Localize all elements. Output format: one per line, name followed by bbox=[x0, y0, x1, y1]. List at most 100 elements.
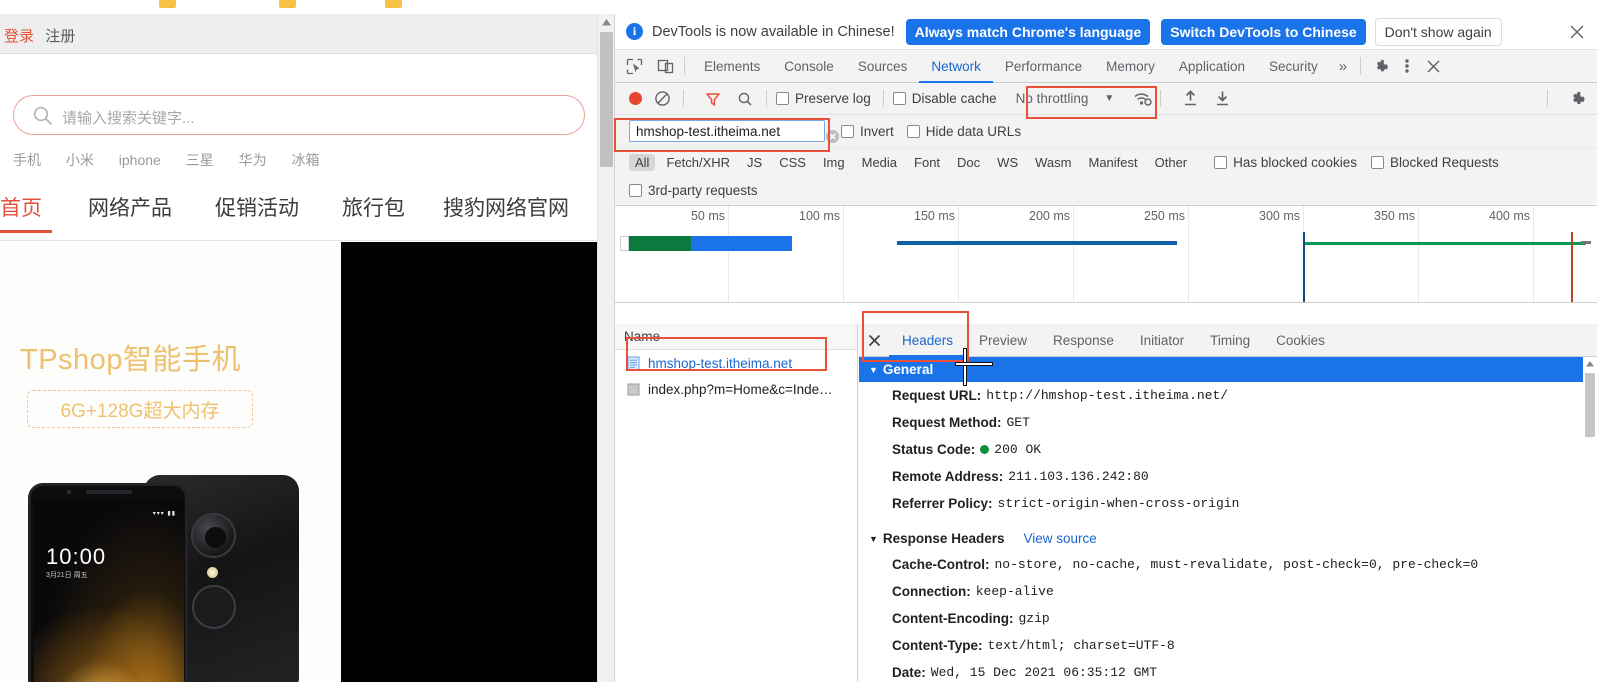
register-link[interactable]: 注册 bbox=[45, 28, 75, 45]
search-input[interactable]: 请输入搜索关键字... bbox=[13, 95, 585, 135]
tab-console[interactable]: Console bbox=[772, 50, 846, 83]
more-tabs-icon[interactable]: » bbox=[1330, 58, 1356, 75]
phone-flash-icon bbox=[207, 567, 218, 578]
export-har-icon[interactable] bbox=[1210, 87, 1234, 111]
request-row-index-php[interactable]: index.php?m=Home&c=Inde… bbox=[615, 376, 857, 402]
bookmark-folder-icon[interactable] bbox=[385, 0, 402, 8]
login-link[interactable]: 登录 bbox=[4, 28, 34, 45]
detail-tab-preview[interactable]: Preview bbox=[966, 324, 1040, 357]
type-filter-all[interactable]: All bbox=[629, 153, 656, 171]
type-filter-doc[interactable]: Doc bbox=[951, 154, 986, 171]
view-source-link[interactable]: View source bbox=[1023, 531, 1096, 546]
bookmark-folder-icon[interactable] bbox=[159, 0, 176, 8]
search-icon bbox=[32, 105, 54, 127]
type-filter-js[interactable]: JS bbox=[741, 154, 768, 171]
nav-item-products[interactable]: 网络产品 bbox=[88, 192, 172, 222]
clear-icon[interactable] bbox=[650, 87, 674, 111]
header-value: gzip bbox=[1018, 611, 1050, 626]
inspect-element-icon[interactable] bbox=[623, 55, 646, 78]
request-name: index.php?m=Home&c=Inde… bbox=[648, 381, 833, 397]
bookmark-folder-icon[interactable] bbox=[279, 0, 296, 8]
detail-tab-timing[interactable]: Timing bbox=[1197, 324, 1263, 357]
always-match-language-button[interactable]: Always match Chrome's language bbox=[905, 18, 1151, 45]
disable-cache-checkbox[interactable] bbox=[892, 92, 906, 105]
header-value: 211.103.136.242:80 bbox=[1008, 469, 1149, 484]
third-party-requests-checkbox[interactable] bbox=[629, 184, 642, 197]
nav-item-official[interactable]: 搜豹网络官网 bbox=[443, 192, 569, 222]
hot-keyword[interactable]: iphone bbox=[119, 152, 161, 168]
hot-keyword[interactable]: 三星 bbox=[186, 152, 214, 168]
type-filter-ws[interactable]: WS bbox=[991, 154, 1024, 171]
detail-tab-cookies[interactable]: Cookies bbox=[1263, 324, 1338, 357]
type-filter-other[interactable]: Other bbox=[1149, 154, 1194, 171]
record-stop-icon[interactable] bbox=[629, 92, 642, 105]
scroll-up-arrow-icon[interactable] bbox=[1583, 357, 1597, 371]
tab-elements[interactable]: Elements bbox=[692, 50, 772, 83]
hot-keyword[interactable]: 小米 bbox=[66, 152, 94, 168]
type-filter-media[interactable]: Media bbox=[856, 154, 903, 171]
phone-camera-icon bbox=[191, 513, 236, 558]
headers-vertical-scrollbar[interactable] bbox=[1583, 357, 1597, 682]
header-value: keep-alive bbox=[975, 584, 1054, 599]
preserve-log-checkbox[interactable] bbox=[776, 92, 789, 105]
clear-input-icon[interactable] bbox=[825, 129, 840, 144]
tab-network[interactable]: Network bbox=[919, 50, 993, 83]
nav-item-home[interactable]: 首页 bbox=[0, 192, 42, 222]
overview-marker-line bbox=[897, 241, 1177, 245]
hot-keyword[interactable]: 手机 bbox=[13, 152, 41, 168]
tab-security[interactable]: Security bbox=[1257, 50, 1330, 83]
device-toolbar-icon[interactable] bbox=[654, 55, 677, 78]
request-row-hmshop[interactable]: hmshop-test.itheima.net bbox=[615, 350, 857, 376]
import-har-icon[interactable] bbox=[1178, 87, 1202, 111]
nav-item-promos[interactable]: 促销活动 bbox=[215, 192, 299, 222]
invert-checkbox[interactable] bbox=[841, 124, 854, 138]
header-value: http://hmshop-test.itheima.net/ bbox=[986, 388, 1229, 403]
type-filter-fetch-xhr[interactable]: Fetch/XHR bbox=[660, 154, 736, 171]
close-icon[interactable] bbox=[1568, 23, 1586, 41]
phone-product-image: ▾▾▾ ▮▮ 10:00 3月21日 周五 bbox=[12, 457, 342, 682]
close-detail-icon[interactable] bbox=[859, 324, 889, 357]
gear-icon[interactable] bbox=[1368, 50, 1394, 83]
hot-keyword[interactable]: 冰箱 bbox=[292, 152, 320, 168]
switch-devtools-to-chinese-button[interactable]: Switch DevTools to Chinese bbox=[1161, 18, 1366, 45]
scroll-up-arrow-icon[interactable] bbox=[598, 14, 614, 31]
tab-sources[interactable]: Sources bbox=[846, 50, 920, 83]
has-blocked-cookies-checkbox[interactable] bbox=[1214, 155, 1228, 169]
filter-icon[interactable] bbox=[701, 87, 725, 111]
page-vertical-scrollbar[interactable] bbox=[597, 14, 614, 682]
filter-input[interactable] bbox=[629, 120, 825, 142]
site-search-area: 请输入搜索关键字... 手机 小米 iphone 三星 华为 冰箱 bbox=[0, 55, 597, 180]
search-icon[interactable] bbox=[733, 87, 757, 111]
detail-tab-headers[interactable]: Headers bbox=[889, 324, 967, 357]
hot-keyword[interactable]: 华为 bbox=[239, 152, 267, 168]
promo-banner[interactable]: TPshop智能手机 6G+128G超大内存 ▾▾▾ ▮▮ 10:00 3月21… bbox=[0, 242, 597, 682]
detail-tab-response[interactable]: Response bbox=[1040, 324, 1127, 357]
type-filter-wasm[interactable]: Wasm bbox=[1029, 154, 1077, 171]
type-filter-font[interactable]: Font bbox=[908, 154, 946, 171]
type-filter-css[interactable]: CSS bbox=[773, 154, 812, 171]
hide-data-urls-checkbox[interactable] bbox=[906, 124, 920, 138]
detail-tab-initiator[interactable]: Initiator bbox=[1127, 324, 1197, 357]
phone-clock: 10:00 bbox=[46, 544, 107, 569]
request-detail-panel: Headers Preview Response Initiator Timin… bbox=[859, 324, 1597, 682]
nav-item-travel[interactable]: 旅行包 bbox=[342, 192, 405, 222]
network-conditions-icon[interactable] bbox=[1130, 87, 1154, 111]
general-section-label: General bbox=[882, 362, 934, 377]
response-headers-section-header[interactable]: ▼ Response Headers View source bbox=[859, 526, 1597, 551]
tab-application[interactable]: Application bbox=[1167, 50, 1257, 83]
tab-performance[interactable]: Performance bbox=[993, 50, 1094, 83]
dont-show-again-button[interactable]: Don't show again bbox=[1374, 17, 1502, 46]
kebab-menu-icon[interactable] bbox=[1394, 50, 1420, 83]
network-overview-timeline[interactable]: 50 ms 100 ms 150 ms 200 ms 250 ms 300 ms… bbox=[615, 206, 1597, 303]
throttling-dropdown[interactable]: No throttling ▼ bbox=[1007, 87, 1119, 111]
tab-memory[interactable]: Memory bbox=[1094, 50, 1167, 83]
scrollbar-thumb[interactable] bbox=[1585, 373, 1595, 437]
type-filter-img[interactable]: Img bbox=[817, 154, 851, 171]
scrollbar-thumb[interactable] bbox=[600, 32, 613, 167]
network-settings-gear-icon[interactable] bbox=[1565, 87, 1589, 111]
header-key: Date: bbox=[892, 665, 926, 680]
general-section-header[interactable]: ▼ General bbox=[859, 357, 1597, 382]
blocked-requests-checkbox[interactable] bbox=[1370, 155, 1384, 169]
type-filter-manifest[interactable]: Manifest bbox=[1082, 154, 1143, 171]
close-devtools-icon[interactable] bbox=[1420, 50, 1446, 83]
